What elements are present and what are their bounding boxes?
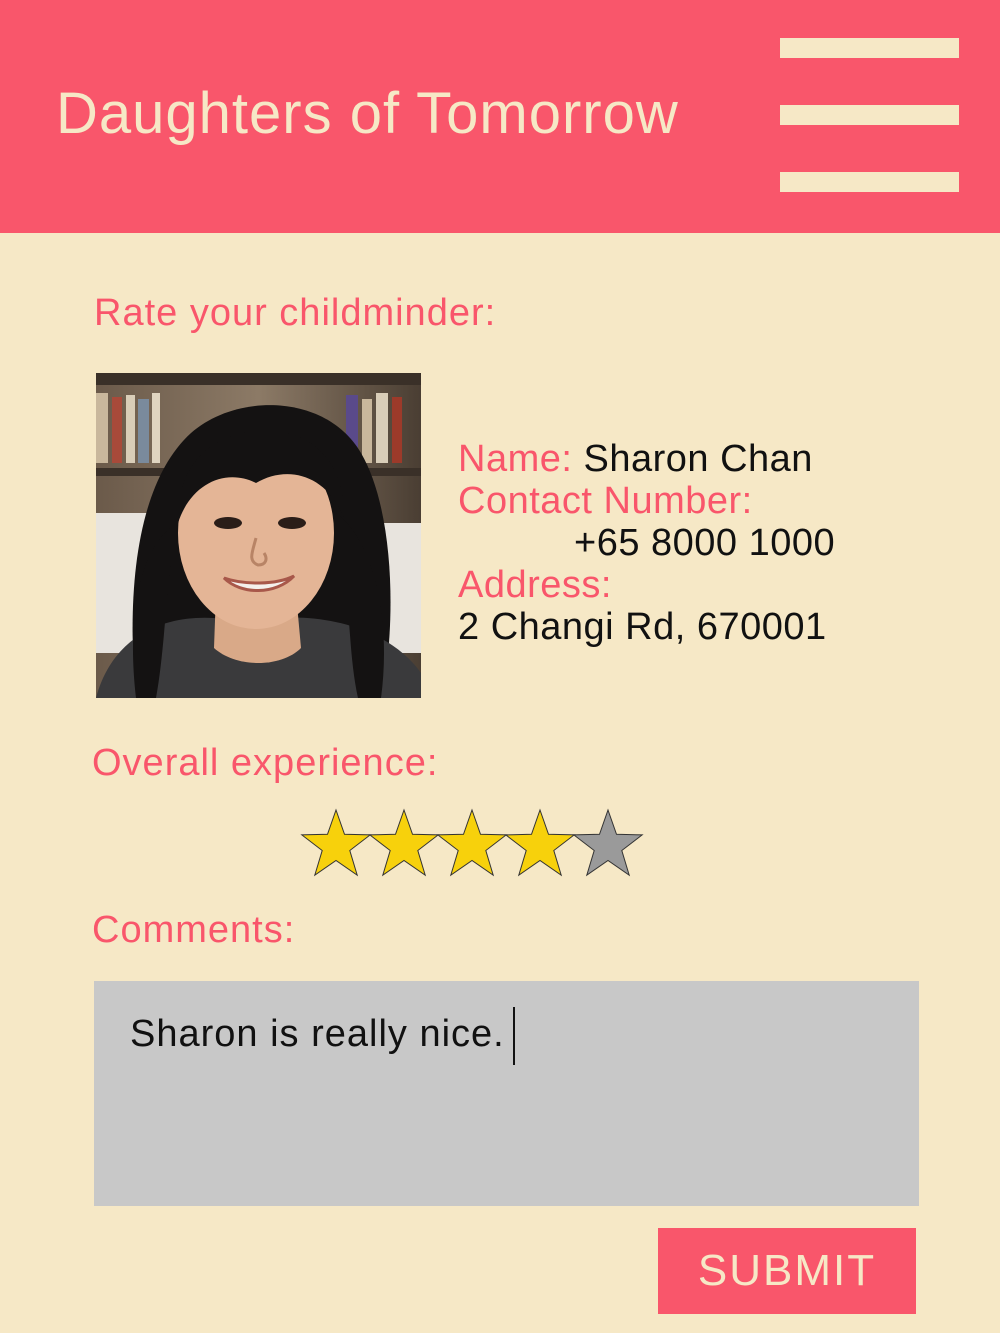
star-filled-icon[interactable] xyxy=(436,808,508,877)
childminder-name: Sharon Chan xyxy=(583,438,813,480)
hamburger-menu-icon[interactable] xyxy=(780,38,959,192)
menu-bar xyxy=(780,105,959,125)
childminder-info: Name: Sharon Chan Contact Number: +65 80… xyxy=(458,438,835,648)
address-value: 2 Changi Rd, 670001 xyxy=(458,606,827,648)
name-label: Name: xyxy=(458,438,573,480)
text-caret xyxy=(512,1007,515,1065)
star-empty-icon[interactable] xyxy=(572,808,644,877)
comments-text: Sharon is really nice. xyxy=(130,1013,505,1056)
star-rating[interactable] xyxy=(300,806,645,886)
star-filled-icon[interactable] xyxy=(504,808,576,877)
childminder-photo xyxy=(96,373,421,698)
app-title: Daughters of Tomorrow xyxy=(56,81,679,146)
rate-heading: Rate your childminder: xyxy=(94,292,497,334)
menu-bar xyxy=(780,172,959,192)
submit-button[interactable]: SUBMIT xyxy=(658,1228,916,1314)
menu-bar xyxy=(780,38,959,58)
contact-number-label: Contact Number: xyxy=(458,480,753,522)
app-header: Daughters of Tomorrow xyxy=(0,0,1000,233)
comments-label: Comments: xyxy=(92,909,296,951)
contact-number: +65 8000 1000 xyxy=(574,522,836,564)
star-filled-icon[interactable] xyxy=(368,808,440,877)
comments-input[interactable]: Sharon is really nice. xyxy=(94,981,919,1206)
address-label: Address: xyxy=(458,564,612,606)
star-filled-icon[interactable] xyxy=(300,808,372,877)
overall-experience-label: Overall experience: xyxy=(92,742,439,784)
